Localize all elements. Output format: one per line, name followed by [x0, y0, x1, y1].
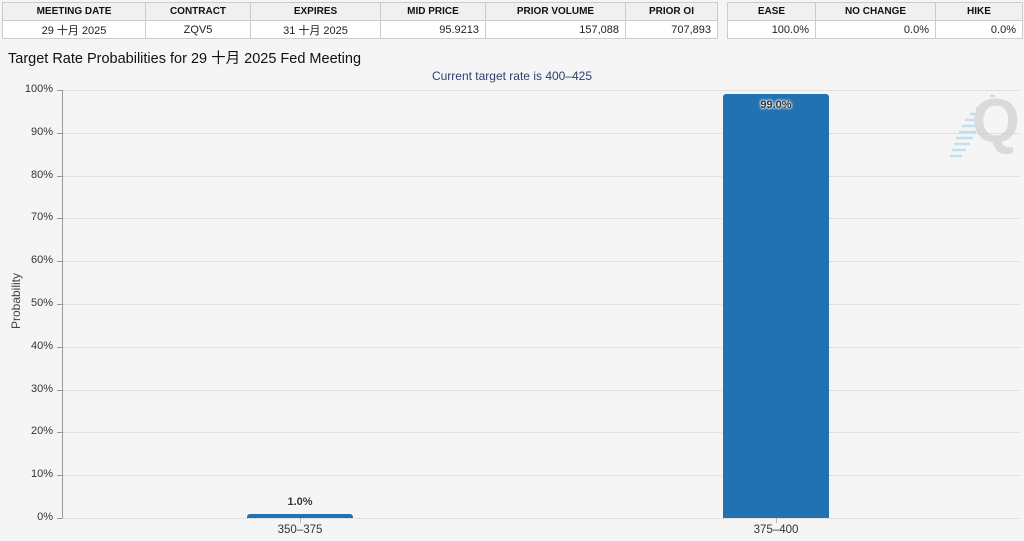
gridline-70: [62, 218, 1020, 219]
y-tick-label-10: 10%: [0, 468, 53, 480]
x-tick-375–400: [776, 518, 777, 523]
plot-area: 0% 10% 20% 30% 40% 50% 60% 70% 80% 90% 100% 1.0% 350…: [0, 0, 1024, 541]
gridline-60: [62, 261, 1020, 262]
gridline-40: [62, 347, 1020, 348]
y-tick-label-70: 70%: [0, 211, 53, 223]
y-tick-label-40: 40%: [0, 340, 53, 352]
x-category-label-375–400: 375–400: [716, 524, 836, 536]
y-tick-0: [57, 518, 62, 519]
y-tick-label-100: 100%: [0, 83, 53, 95]
y-tick-label-0: 0%: [0, 511, 53, 523]
gridline-0: [62, 518, 1020, 519]
y-tick-label-30: 30%: [0, 383, 53, 395]
bar-value-label-350–375: 1.0%: [255, 496, 345, 508]
y-tick-label-20: 20%: [0, 425, 53, 437]
gridline-80: [62, 176, 1020, 177]
gridline-10: [62, 475, 1020, 476]
bar-375–400[interactable]: [723, 94, 829, 518]
y-tick-label-60: 60%: [0, 254, 53, 266]
x-tick-350–375: [300, 518, 301, 523]
gridline-20: [62, 432, 1020, 433]
x-category-label-350–375: 350–375: [240, 524, 360, 536]
gridline-100: [62, 90, 1020, 91]
fedwatch-page: { "tables": { "contracts": { "headers": …: [0, 0, 1024, 541]
bar-value-label-375–400: 99.0%: [731, 99, 821, 111]
y-tick-label-90: 90%: [0, 126, 53, 138]
gridline-30: [62, 390, 1020, 391]
y-tick-label-80: 80%: [0, 169, 53, 181]
y-tick-label-50: 50%: [0, 297, 53, 309]
gridline-50: [62, 304, 1020, 305]
y-axis-line: [62, 90, 63, 518]
gridline-90: [62, 133, 1020, 134]
